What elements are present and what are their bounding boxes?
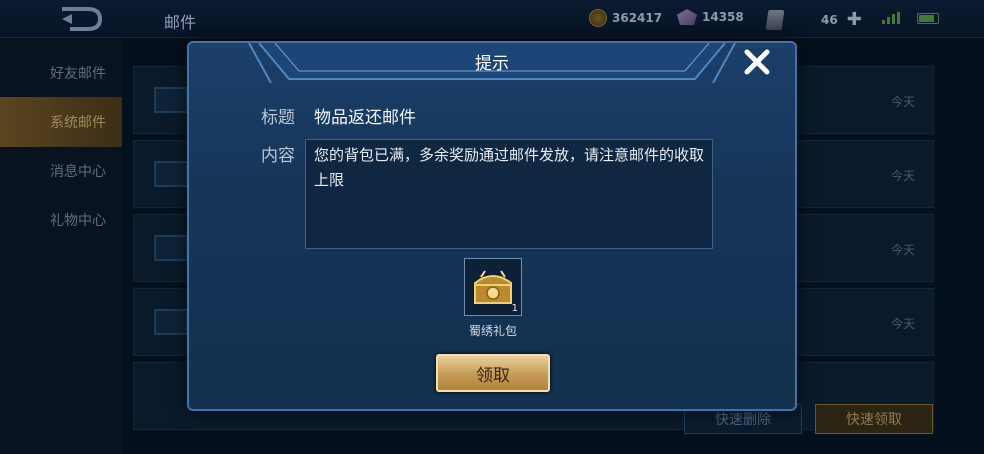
attachment-slot[interactable]: 1	[464, 258, 522, 316]
gold-counter: 362417	[589, 9, 662, 27]
sidebar-item-message-center[interactable]: 消息中心	[0, 146, 122, 196]
card-amount: 46	[821, 12, 838, 27]
gem-counter: 14358	[677, 9, 744, 25]
dialog-title: 提示	[475, 54, 509, 74]
mail-date: 今天	[890, 317, 915, 331]
sidebar-item-friend-mail[interactable]: 好友邮件	[0, 48, 122, 98]
dialog-header: 提示	[189, 43, 795, 84]
envelope-icon	[154, 235, 188, 261]
attachment-name: 蜀绣礼包	[468, 324, 517, 338]
envelope-icon	[154, 87, 188, 113]
page-title: 邮件	[164, 13, 197, 32]
treasure-chest-icon	[474, 270, 512, 304]
sidebar-item-gift-center[interactable]: 礼物中心	[0, 195, 122, 245]
quick-claim-button[interactable]: 快速领取	[815, 404, 933, 434]
mail-date: 今天	[890, 95, 915, 109]
envelope-icon	[154, 161, 188, 187]
gold-coin-icon	[589, 9, 607, 27]
card-counter: 46 ✚	[765, 9, 862, 30]
mail-detail-dialog: 提示 标题 物品返还邮件 内容 您的背包已满，多余奖励通过邮件发放，请注意邮件的…	[187, 41, 797, 411]
content-label: 内容	[261, 146, 295, 166]
claim-button[interactable]: 领取	[436, 354, 550, 392]
mail-content[interactable]: 您的背包已满，多余奖励通过邮件发放，请注意邮件的收取上限	[305, 139, 713, 249]
mail-subject: 物品返还邮件	[314, 108, 416, 128]
gold-amount: 362417	[612, 11, 663, 25]
card-icon	[765, 9, 785, 30]
subject-label: 标题	[261, 108, 295, 128]
gem-amount: 14358	[702, 10, 744, 24]
attachment-count: 1	[511, 303, 518, 314]
top-bar: 邮件 362417 14358 46 ✚	[0, 0, 984, 38]
battery-icon	[917, 13, 939, 24]
back-arrow-icon[interactable]	[58, 6, 104, 32]
diamond-gem-icon	[677, 9, 697, 25]
mail-date: 今天	[890, 169, 915, 183]
close-icon[interactable]	[743, 48, 771, 76]
signal-icon	[882, 12, 900, 24]
mail-sidebar: 好友邮件 系统邮件 消息中心 礼物中心	[0, 38, 122, 454]
sidebar-item-system-mail[interactable]: 系统邮件	[0, 97, 122, 147]
mail-date: 今天	[890, 243, 915, 257]
add-icon[interactable]: ✚	[847, 9, 862, 30]
envelope-icon	[154, 309, 188, 335]
